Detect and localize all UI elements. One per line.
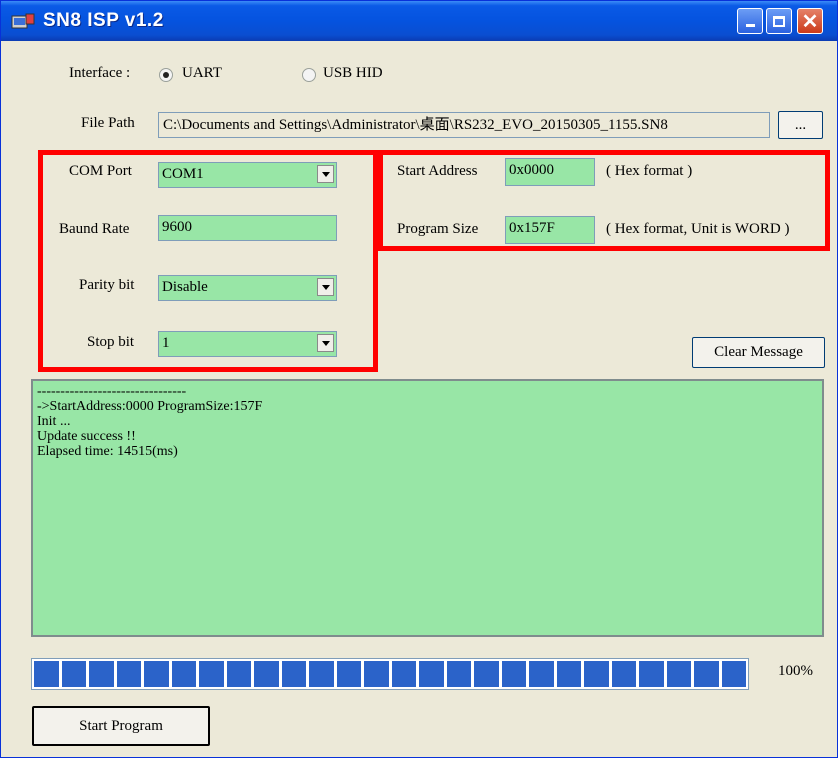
uart-label[interactable]: UART bbox=[182, 65, 222, 82]
progress-segment bbox=[34, 661, 59, 687]
progress-segment bbox=[61, 661, 86, 687]
log-line: -------------------------------- bbox=[37, 384, 187, 399]
interface-label: Interface : bbox=[69, 65, 131, 81]
progress-percent: 100% bbox=[778, 663, 813, 679]
browse-button[interactable]: ... bbox=[778, 111, 823, 139]
file-path-field[interactable]: C:\Documents and Settings\Administrator\… bbox=[158, 112, 770, 138]
app-icon bbox=[11, 13, 35, 29]
progress-segment bbox=[529, 661, 554, 687]
title-bar[interactable]: SN8 ISP v1.2 ✕ bbox=[1, 1, 837, 41]
progress-segment bbox=[309, 661, 334, 687]
log-line: ->StartAddress:0000 ProgramSize:157F bbox=[37, 399, 263, 414]
log-line: Elapsed time: 14515(ms) bbox=[37, 444, 178, 459]
progress-segment bbox=[584, 661, 609, 687]
progress-segment bbox=[721, 661, 746, 687]
progress-segment bbox=[199, 661, 224, 687]
progress-segment bbox=[501, 661, 526, 687]
message-log[interactable]: -------------------------------- ->Start… bbox=[31, 379, 824, 637]
log-line: Update success !! bbox=[37, 429, 136, 444]
progress-segment bbox=[666, 661, 691, 687]
progress-segment bbox=[446, 661, 471, 687]
progress-segment bbox=[281, 661, 306, 687]
usb-hid-label[interactable]: USB HID bbox=[323, 65, 383, 82]
serial-settings-highlight bbox=[38, 150, 378, 372]
uart-radio[interactable] bbox=[159, 68, 173, 82]
progress-segment bbox=[116, 661, 141, 687]
progress-segment bbox=[336, 661, 361, 687]
progress-segment bbox=[474, 661, 499, 687]
progress-segment bbox=[611, 661, 636, 687]
progress-segment bbox=[639, 661, 664, 687]
minimize-button[interactable] bbox=[737, 8, 763, 34]
log-line: Init ... bbox=[37, 414, 71, 429]
maximize-icon bbox=[773, 15, 785, 27]
program-settings-highlight bbox=[378, 150, 830, 251]
isp-window: SN8 ISP v1.2 ✕ Interface : UART USB HID … bbox=[0, 0, 838, 758]
close-button[interactable]: ✕ bbox=[797, 8, 823, 34]
progress-segment bbox=[556, 661, 581, 687]
window-title: SN8 ISP v1.2 bbox=[43, 10, 164, 31]
file-path-label: File Path bbox=[81, 115, 135, 131]
start-program-button[interactable]: Start Program bbox=[32, 706, 210, 746]
progress-bar bbox=[31, 658, 749, 690]
progress-segment bbox=[171, 661, 196, 687]
clear-message-button[interactable]: Clear Message bbox=[692, 337, 825, 368]
minimize-icon bbox=[745, 24, 755, 27]
progress-segment bbox=[89, 661, 114, 687]
progress-segment bbox=[694, 661, 719, 687]
progress-segment bbox=[391, 661, 416, 687]
close-icon: ✕ bbox=[801, 10, 819, 33]
progress-segment bbox=[144, 661, 169, 687]
progress-segment bbox=[226, 661, 251, 687]
progress-segment bbox=[254, 661, 279, 687]
progress-segment bbox=[364, 661, 389, 687]
progress-segment bbox=[419, 661, 444, 687]
maximize-button[interactable] bbox=[766, 8, 792, 34]
usb-hid-radio[interactable] bbox=[302, 68, 316, 82]
